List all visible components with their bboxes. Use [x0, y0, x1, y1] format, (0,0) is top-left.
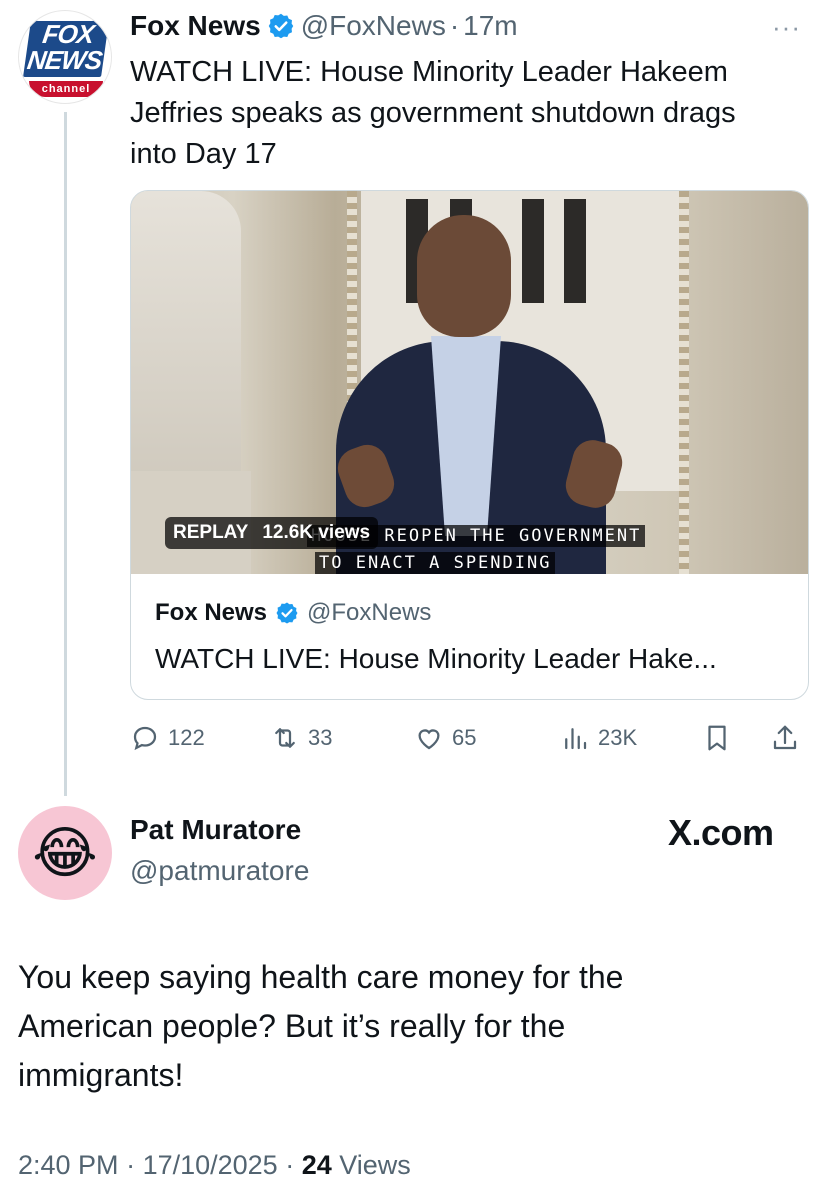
heart-icon — [418, 729, 440, 750]
reply-text-line: You keep saying health care money for th… — [18, 959, 624, 995]
quoted-media-card[interactable]: HOUSE REOPEN THE GOVERNMENT TO ENACT A S… — [130, 190, 809, 700]
tweet-action-bar: 122 33 65 23K — [130, 718, 809, 758]
window-pane — [561, 196, 589, 306]
bookmark-button[interactable] — [702, 718, 740, 758]
share-icon — [773, 725, 797, 750]
tweet-text: WATCH LIVE: House Minority Leader Hakeem… — [130, 52, 810, 175]
footer-separator: · — [277, 1150, 302, 1180]
fox-news-logo: FOX NEWS — [20, 19, 111, 79]
reply-time[interactable]: 2:40 PM — [18, 1150, 119, 1180]
more-options-icon[interactable]: ··· — [772, 12, 801, 43]
tweet-text-line: into Day 17 — [130, 138, 277, 170]
like-count: 65 — [452, 725, 477, 750]
laughing-emoji-icon: 😂 — [32, 821, 98, 884]
thread-connector-line — [64, 112, 67, 796]
reply-count: 122 — [168, 725, 205, 750]
speaker-head — [417, 215, 511, 337]
statue-background — [131, 191, 241, 491]
header-separator: · — [449, 10, 460, 41]
repost-button[interactable]: 33 — [270, 718, 332, 758]
card-author-row: Fox News @FoxNews — [155, 599, 431, 627]
card-author-name: Fox News — [155, 599, 268, 626]
video-views-label: 12.6K views — [262, 522, 371, 543]
tweet-author-name[interactable]: Fox News — [130, 10, 261, 42]
reply-date[interactable]: 17/10/2025 — [143, 1150, 278, 1180]
repost-icon — [275, 728, 295, 748]
verified-badge-icon — [276, 602, 298, 624]
footer-separator: · — [118, 1150, 143, 1180]
reply-icon — [133, 726, 157, 751]
video-player[interactable]: HOUSE REOPEN THE GOVERNMENT TO ENACT A S… — [131, 191, 808, 574]
card-tweet-text: WATCH LIVE: House Minority Leader Hake..… — [155, 643, 717, 674]
tweet-text-line: Jeffries speaks as government shutdown d… — [130, 97, 736, 129]
reply-author-avatar[interactable]: 😂 — [18, 806, 112, 900]
replay-badge[interactable]: REPLAY 12.6K views — [165, 517, 379, 549]
ornamental-trim — [679, 191, 689, 574]
reply-text: You keep saying health care money for th… — [18, 953, 778, 1100]
bookmark-icon — [708, 725, 726, 751]
reply-views-count: 24 — [301, 1150, 332, 1180]
window-pane — [519, 196, 547, 306]
reply-author-name[interactable]: Pat Muratore — [130, 814, 301, 846]
fox-news-avatar[interactable]: FOX NEWS channel — [18, 10, 112, 104]
tweet-timestamp[interactable]: 17m — [463, 10, 517, 42]
views-button[interactable]: 23K — [560, 718, 637, 758]
like-button[interactable]: 65 — [414, 718, 476, 758]
tweet-header: Fox News @FoxNews · 17m — [130, 6, 518, 46]
verified-badge-icon — [268, 13, 293, 39]
share-button[interactable] — [770, 718, 808, 758]
tweet-author-handle[interactable]: @FoxNews — [301, 10, 446, 42]
card-author-handle: @FoxNews — [307, 599, 432, 626]
tweet-text-line: WATCH LIVE: House Minority Leader Hakeem — [130, 56, 728, 88]
reply-footer-meta: 2:40 PM · 17/10/2025 · 24 Views — [18, 1150, 411, 1181]
reply-text-line: American people? But it’s really for the — [18, 1008, 566, 1044]
views-count: 23K — [598, 725, 638, 750]
logo-text-top: FOX — [40, 19, 96, 49]
logo-channel-strip: channel — [29, 81, 103, 97]
video-caption-line: TO ENACT A SPENDING — [315, 552, 556, 574]
replay-label: REPLAY — [173, 522, 249, 543]
repost-count: 33 — [308, 725, 333, 750]
reply-button[interactable]: 122 — [130, 718, 205, 758]
reply-author-handle[interactable]: @patmuratore — [130, 855, 309, 887]
analytics-icon — [565, 728, 587, 750]
x-com-watermark: X.com — [668, 812, 774, 853]
reply-views-label: Views — [331, 1150, 411, 1180]
logo-text-bottom: NEWS — [25, 45, 104, 75]
reply-text-line: immigrants! — [18, 1057, 184, 1093]
